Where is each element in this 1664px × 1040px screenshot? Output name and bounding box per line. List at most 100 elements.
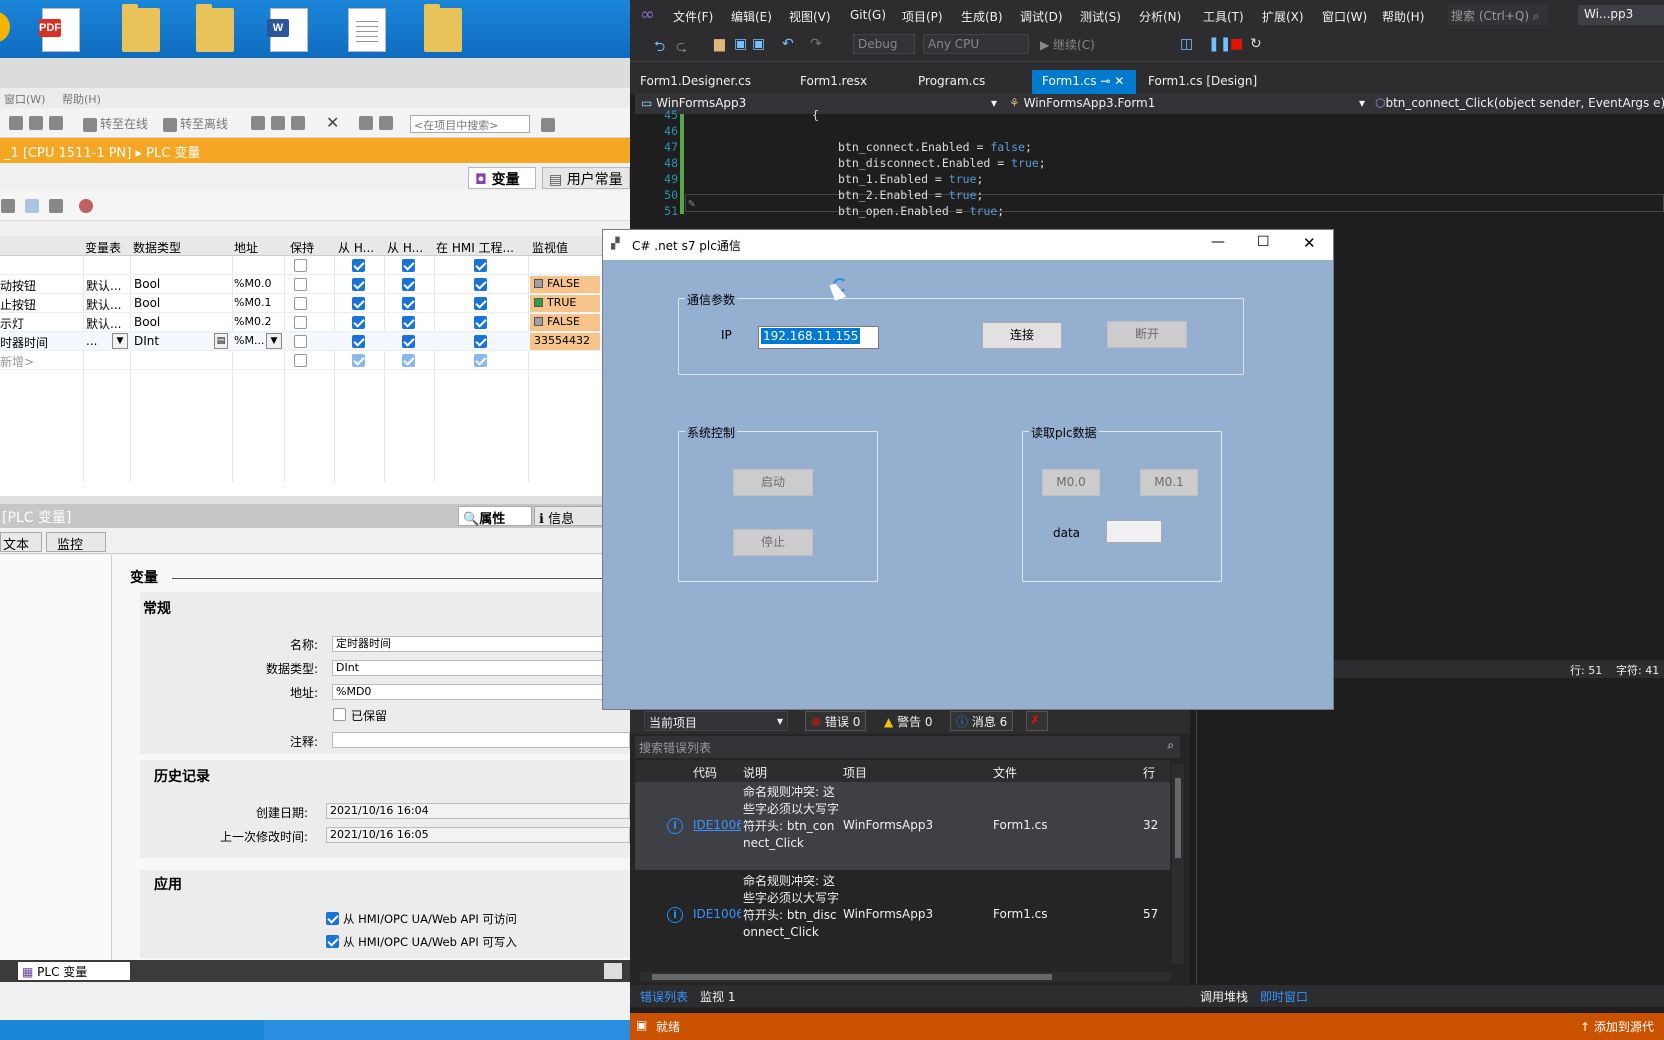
close-icon[interactable]: ✕ (1303, 234, 1316, 252)
hmi-visible-checkbox[interactable] (474, 278, 487, 291)
tab-call-stack[interactable]: 调用堆栈 (1200, 988, 1248, 1005)
compile-icon[interactable] (49, 115, 63, 130)
hmi-access-checkbox[interactable] (352, 278, 365, 291)
col-address[interactable]: 地址 (234, 239, 258, 256)
retain-checkbox[interactable] (294, 278, 307, 291)
menu-window[interactable]: 窗口(W) (4, 91, 45, 107)
tab-form1-resx[interactable]: Form1.resx (790, 70, 877, 94)
edit-brush-icon[interactable]: ✎ (688, 196, 695, 210)
hmi-write-checkbox[interactable] (402, 278, 415, 291)
tag-type[interactable]: Bool (134, 296, 160, 310)
print-icon[interactable] (29, 115, 43, 130)
text-file-icon[interactable] (348, 8, 386, 52)
tag-settings-icon[interactable] (79, 199, 93, 213)
tab-watch-1[interactable]: 监视 1 (700, 988, 735, 1005)
folder-icon[interactable] (196, 4, 234, 52)
pdf-file-icon[interactable]: PDF (39, 8, 80, 52)
tab-form1-cs[interactable]: Form1.cs ⊸ ✕ (1032, 70, 1136, 94)
close-icon[interactable]: ✕ (326, 113, 339, 132)
minimize-icon[interactable]: — (1211, 234, 1225, 250)
retain-checkbox[interactable] (333, 708, 346, 721)
hmi-writable-checkbox[interactable] (326, 935, 339, 948)
tab-form1-design[interactable]: Form1.cs [Design] (1138, 70, 1267, 94)
col-file[interactable]: 文件 (993, 764, 1017, 781)
save-icon[interactable] (9, 115, 23, 130)
hmi-visible-checkbox[interactable] (474, 335, 487, 348)
menu-view[interactable]: 视图(V) (789, 8, 831, 25)
back-icon[interactable]: ⮌ (654, 36, 665, 60)
m00-button[interactable]: M0.0 (1042, 469, 1100, 496)
vs-search-input[interactable]: 搜索 (Ctrl+Q) ⌕ (1448, 5, 1548, 25)
code-line[interactable]: btn_connect.Enabled = false; (838, 140, 1032, 154)
warnings-filter-button[interactable]: ▲ 警告 0 (878, 711, 939, 731)
open-folder-icon[interactable]: ▆ (714, 36, 725, 52)
code-line[interactable]: btn_disconnect.Enabled = true; (838, 156, 1046, 170)
monitor-all-icon[interactable] (25, 199, 39, 213)
col-monitor-value[interactable]: 监视值 (532, 239, 568, 256)
retain-checkbox[interactable] (294, 354, 307, 367)
desktop-app-icon[interactable] (0, 12, 10, 42)
menu-debug[interactable]: 调试(D) (1020, 8, 1063, 25)
error-row[interactable]: i IDE1006 命名规则冲突: 这些字必须以大写字符开头: btn_conn… (635, 782, 1170, 870)
col-project[interactable]: 项目 (843, 764, 867, 781)
tag-type[interactable]: Bool (134, 277, 160, 291)
menu-extensions[interactable]: 扩展(X) (1262, 8, 1304, 25)
tag-table-cell[interactable]: ... (86, 334, 97, 348)
hmi-visible-checkbox[interactable] (474, 259, 487, 272)
menu-help[interactable]: 帮助(H) (62, 91, 101, 107)
maximize-icon[interactable]: ☐ (1257, 234, 1270, 250)
tab-tags[interactable]: ◘ 变量 (468, 167, 536, 189)
scope-select[interactable]: 当前项目 ▾ (644, 711, 788, 731)
menu-tools[interactable]: 工具(T) (1203, 8, 1244, 25)
m01-button[interactable]: M0.1 (1140, 469, 1198, 496)
retain-checkbox[interactable] (294, 316, 307, 329)
tag-name[interactable]: 示灯 (0, 315, 24, 332)
force-icon[interactable] (291, 115, 305, 130)
tag-type[interactable]: Bool (134, 315, 160, 329)
start-button[interactable]: 启动 (733, 469, 813, 496)
hmi-accessible-checkbox[interactable] (326, 912, 339, 925)
tab-info[interactable]: ℹ 信息 (534, 506, 604, 527)
save-icon[interactable]: ▣ (734, 36, 747, 52)
error-code-link[interactable]: IDE1006 (693, 818, 741, 832)
tag-name[interactable]: 时器时间 (0, 334, 48, 351)
forward-icon[interactable]: ⮎ (676, 36, 687, 60)
col-retain[interactable]: 保持 (290, 239, 314, 256)
dropdown-arrow-icon[interactable]: ▼ (266, 333, 282, 349)
col-hmi-access[interactable]: 从 H... (338, 239, 383, 256)
stop-icon[interactable]: ■ (1230, 36, 1243, 52)
tab-program[interactable]: Program.cs (908, 70, 995, 94)
menu-window[interactable]: 窗口(W) (1322, 8, 1367, 25)
code-line[interactable]: btn_1.Enabled = true; (838, 172, 983, 186)
tab-error-list[interactable]: 错误列表 (640, 988, 688, 1005)
configuration-select[interactable]: Debug (853, 34, 915, 54)
insert-row-icon[interactable] (1, 199, 15, 213)
tab-user-constants[interactable]: ▤ 用户常量 (542, 167, 630, 189)
datatype-field[interactable]: DInt (332, 660, 630, 676)
diagnostics-icon[interactable] (251, 115, 265, 130)
hmi-write-checkbox[interactable] (402, 354, 415, 367)
hmi-write-checkbox[interactable] (402, 297, 415, 310)
clear-filter-icon[interactable]: ✗ (1026, 711, 1048, 731)
member-dropdown[interactable]: ⬡btn_connect_Click(object sender, EventA… (1375, 96, 1664, 110)
hmi-access-checkbox[interactable] (352, 297, 365, 310)
name-field[interactable]: 定时器时间 (332, 636, 630, 652)
project-dropdown[interactable]: ▭ WinFormsApp3 ▾ (641, 96, 1001, 110)
tab-monitoring[interactable]: 监控 (46, 532, 106, 553)
code-line[interactable]: btn_2.Enabled = true; (838, 188, 983, 202)
col-hmi-write[interactable]: 从 H... (387, 239, 432, 256)
continue-button[interactable]: ▶ 继续(C) (1040, 36, 1095, 53)
menu-git[interactable]: Git(G) (850, 8, 886, 22)
messages-filter-button[interactable]: ⓘ 消息 6 (950, 711, 1014, 731)
tag-table-cell[interactable]: 默认... (86, 277, 121, 294)
go-online-button[interactable]: 转至在线 (80, 115, 148, 132)
class-dropdown[interactable]: ⚘ WinFormsApp3.Form1 ▾ (1009, 96, 1369, 110)
table-row[interactable]: 止按钮 默认... Bool %M0.1 TRUE (0, 294, 630, 313)
tag-table-cell[interactable]: 默认... (86, 296, 121, 313)
menu-test[interactable]: 测试(S) (1080, 8, 1121, 25)
col-code[interactable]: 代码 (693, 764, 717, 781)
menu-file[interactable]: 文件(F) (673, 8, 713, 25)
menu-project[interactable]: 项目(P) (902, 8, 943, 25)
tag-name[interactable]: 动按钮 (0, 277, 36, 294)
restart-icon[interactable]: ↻ (1250, 36, 1262, 52)
